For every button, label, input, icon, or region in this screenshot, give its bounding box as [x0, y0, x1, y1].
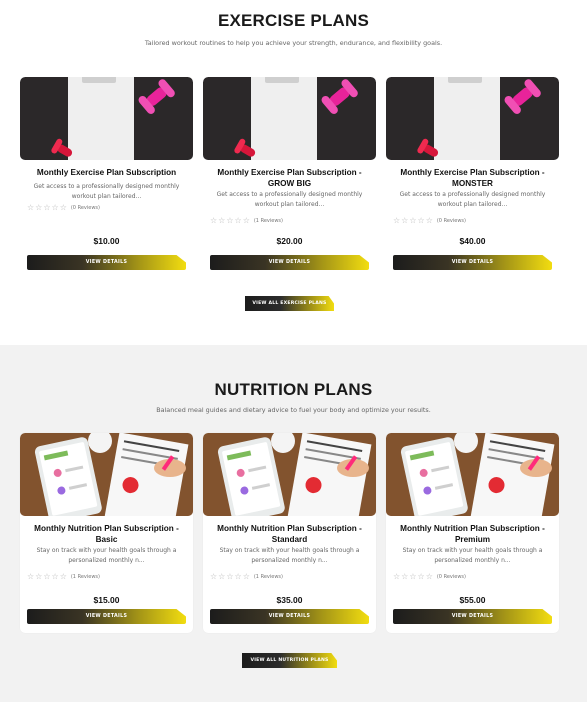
review-count: (0 Reviews) [70, 204, 100, 211]
product-rating: ☆☆☆☆☆ (1 Reviews) [210, 216, 283, 225]
meal-planner-image[interactable] [20, 433, 193, 516]
product-price: $55.00 [459, 595, 486, 605]
review-count: (1 Reviews) [70, 573, 100, 580]
star-icon: ☆☆☆☆☆ [27, 202, 68, 212]
product-title[interactable]: Monthly Nutrition Plan Subscription - Ba… [26, 523, 187, 545]
product-card: Monthly Nutrition Plan Subscription - St… [203, 433, 376, 633]
review-count: (1 Reviews) [253, 573, 283, 580]
star-icon: ☆☆☆☆☆ [393, 215, 434, 225]
product-description: Stay on track with your health goals thr… [36, 547, 177, 564]
view-details-button[interactable]: VIEW DETAILS [210, 609, 369, 624]
product-title[interactable]: Monthly Exercise Plan Subscription - GRO… [209, 167, 370, 189]
meal-planner-image[interactable] [386, 433, 559, 516]
view-details-button[interactable]: VIEW DETAILS [393, 609, 552, 624]
product-title[interactable]: Monthly Exercise Plan Subscription [26, 167, 187, 178]
star-icon: ☆☆☆☆☆ [393, 571, 434, 581]
product-price: $35.00 [276, 595, 303, 605]
product-price: $20.00 [276, 236, 303, 246]
star-rating: ☆☆☆☆☆ (0 Reviews) [27, 203, 100, 212]
product-description: Stay on track with your health goals thr… [402, 547, 543, 564]
view-details-button[interactable]: VIEW DETAILS [393, 255, 552, 270]
review-count: (0 Reviews) [436, 217, 466, 224]
view-all-exercise-plans-button[interactable]: VIEW ALL EXERCISE PLANS [245, 296, 334, 311]
product-title[interactable]: Monthly Nutrition Plan Subscription - Pr… [392, 523, 553, 545]
product-title[interactable]: Monthly Exercise Plan Subscription - MON… [392, 167, 553, 189]
product-rating: ☆☆☆☆☆ (0 Reviews) [393, 216, 466, 225]
product-rating: ☆☆☆☆☆ (1 Reviews) [27, 572, 100, 581]
section-title: EXERCISE PLANS [217, 11, 370, 30]
product-description: Stay on track with your health goals thr… [219, 547, 360, 564]
review-count: (0 Reviews) [436, 573, 466, 580]
view-details-button[interactable]: VIEW DETAILS [27, 255, 186, 270]
star-icon: ☆☆☆☆☆ [210, 215, 251, 225]
section-title: NUTRITION PLANS [214, 380, 373, 399]
product-description: Get access to a professionally designed … [216, 191, 363, 208]
product-description: Get access to a professionally designed … [399, 191, 546, 208]
meal-planner-image[interactable] [203, 433, 376, 516]
product-card: Monthly Nutrition Plan Subscription - Ba… [20, 433, 193, 633]
product-card: Monthly Exercise Plan Subscription - MON… [386, 77, 559, 272]
product-card: Monthly Exercise Plan Subscription - GRO… [203, 77, 376, 272]
product-price: $40.00 [459, 236, 486, 246]
product-description: Get access to a professionally designed … [33, 183, 180, 200]
dumbbell-clipboard-image[interactable] [386, 77, 559, 160]
product-card: Monthly Nutrition Plan Subscription - Pr… [386, 433, 559, 633]
star-icon: ☆☆☆☆☆ [210, 571, 251, 581]
product-rating: ☆☆☆☆☆ (1 Reviews) [210, 572, 283, 581]
product-price: $10.00 [93, 236, 120, 246]
nutrition-plans-section: NUTRITION PLANS Balanced meal guides and… [0, 345, 587, 702]
star-icon: ☆☆☆☆☆ [27, 571, 68, 581]
view-details-button[interactable]: VIEW DETAILS [210, 255, 369, 270]
product-rating: ☆☆☆☆☆ (0 Reviews) [393, 572, 466, 581]
product-title[interactable]: Monthly Nutrition Plan Subscription - St… [209, 523, 370, 545]
view-all-nutrition-plans-button[interactable]: VIEW ALL NUTRITION PLANS [242, 653, 337, 668]
exercise-plans-section: EXERCISE PLANS Tailored workout routines… [0, 0, 587, 345]
review-count: (1 Reviews) [253, 217, 283, 224]
dumbbell-clipboard-image[interactable] [20, 77, 193, 160]
section-subtitle: Tailored workout routines to help you ac… [144, 39, 443, 47]
section-subtitle: Balanced meal guides and dietary advice … [156, 406, 431, 414]
dumbbell-clipboard-image[interactable] [203, 77, 376, 160]
product-card: Monthly Exercise Plan Subscription Get a… [20, 77, 193, 272]
product-price: $15.00 [93, 595, 120, 605]
view-details-button[interactable]: VIEW DETAILS [27, 609, 186, 624]
